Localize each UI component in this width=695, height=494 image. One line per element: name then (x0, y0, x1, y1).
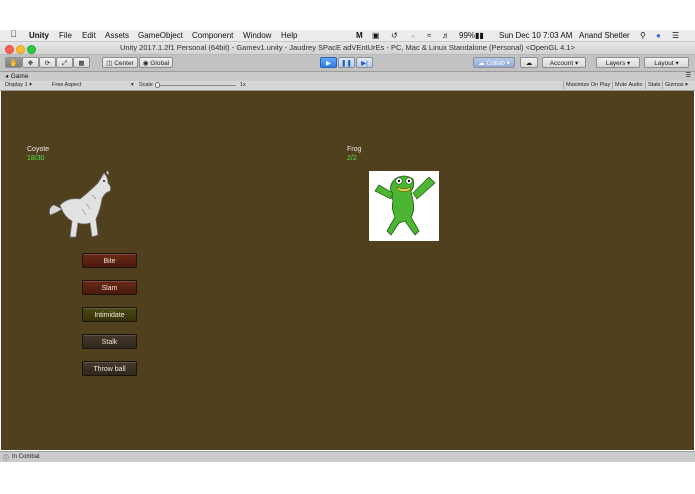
space-global-button[interactable]: ◉ Global (139, 57, 173, 68)
space-label: Global (150, 60, 170, 67)
bite-button[interactable]: Bite (82, 253, 137, 268)
airplay-icon[interactable]: ▣ (372, 31, 380, 40)
player-name: Coyote (27, 146, 50, 153)
scale-value: 1x (240, 82, 246, 88)
coyote-sprite (49, 169, 112, 238)
player-hp: 18/30 (27, 155, 45, 162)
play-button[interactable]: ▶ (320, 57, 337, 68)
hand-tool-icon[interactable]: ✋ (5, 57, 22, 68)
scale-tool-icon[interactable]: ⤢ (56, 57, 73, 68)
rotate-tool-icon[interactable]: ⟳ (39, 57, 56, 68)
throw-ball-button[interactable]: Throw ball (82, 361, 137, 376)
malwarebytes-icon[interactable]: M (356, 31, 363, 40)
layout-dropdown[interactable]: Layout ▾ (644, 57, 689, 68)
aspect-dropdown-arrow-icon[interactable]: ▾ (131, 82, 134, 88)
step-icon: ▶| (361, 60, 368, 67)
unity-toolbar: ✋ ✥ ⟳ ⤢ ▦ ◫ Center ◉ Global ▶ ❚❚ ▶| ☁ Co… (0, 55, 695, 72)
display-dropdown[interactable]: Display 1 ▾ (5, 82, 32, 88)
pause-icon: ❚❚ (341, 60, 352, 67)
account-label: Account (549, 60, 574, 67)
menu-gameobject[interactable]: GameObject (138, 31, 183, 40)
scale-slider-handle[interactable] (155, 82, 160, 88)
spotlight-search-icon[interactable]: ⚲ (640, 31, 646, 40)
game-view: Coyote 18/30 Frog 2/2 Bite Slam Intimida… (1, 91, 694, 450)
tab-menu-icon[interactable]: ☰ (686, 72, 691, 79)
enemy-name: Frog (347, 146, 362, 153)
bluetooth-icon[interactable]: ⁎ (411, 31, 415, 40)
gizmos-dropdown[interactable]: Gizmos ▾ (662, 81, 690, 89)
slam-button[interactable]: Slam (82, 280, 137, 295)
window-title: Unity 2017.1.2f1 Personal (64bit) - Game… (120, 43, 575, 52)
pivot-center-button[interactable]: ◫ Center (102, 57, 138, 68)
menu-assets[interactable]: Assets (105, 31, 129, 40)
menu-edit[interactable]: Edit (82, 31, 96, 40)
siri-icon[interactable]: ● (656, 31, 661, 40)
menu-window[interactable]: Window (243, 31, 271, 40)
play-icon: ▶ (326, 60, 331, 67)
step-button[interactable]: ▶| (356, 57, 373, 68)
time-machine-icon[interactable]: ↺ (391, 31, 398, 40)
intimidate-button[interactable]: Intimidate (82, 307, 137, 322)
collab-label: Collab (486, 60, 505, 67)
clock[interactable]: Sun Dec 10 7:03 AM (499, 31, 572, 40)
mute-audio-toggle[interactable]: Mute Audio (612, 81, 645, 89)
rect-tool-icon[interactable]: ▦ (73, 57, 90, 68)
pause-button[interactable]: ❚❚ (338, 57, 355, 68)
frog-sprite (369, 171, 439, 241)
macos-menu-bar:  Unity File Edit Assets GameObject Comp… (0, 30, 695, 42)
layers-dropdown[interactable]: Layers ▾ (596, 57, 640, 68)
maximize-on-play-toggle[interactable]: Maximize On Play (563, 81, 612, 89)
layers-label: Layers (605, 60, 626, 67)
menu-help[interactable]: Help (281, 31, 297, 40)
notification-center-icon[interactable]: ☰ (672, 31, 679, 40)
tab-game[interactable]: ◕ Game (5, 73, 28, 80)
game-tab-bar: ◕ Game ☰ (0, 72, 695, 81)
status-text: In Combat (12, 453, 40, 460)
wifi-icon[interactable]: ≈ (427, 31, 431, 40)
window-title-bar: Unity 2017.1.2f1 Personal (64bit) - Game… (0, 42, 695, 55)
menu-app-unity[interactable]: Unity (29, 31, 49, 40)
game-tab-label: Game (10, 73, 29, 80)
scale-label: Scale (139, 82, 153, 88)
game-view-options: Display 1 ▾ Free Aspect ▾ Scale 1x Maxim… (0, 81, 695, 91)
stats-toggle[interactable]: Stats (645, 81, 663, 89)
enemy-hp: 2/2 (347, 155, 357, 162)
status-bar: ⓘ In Combat (0, 451, 695, 462)
aspect-dropdown[interactable]: Free Aspect (52, 82, 81, 88)
layout-label: Layout (654, 60, 674, 67)
pivot-label: Center (114, 60, 134, 67)
battery-icon[interactable]: ▮▮ (475, 31, 484, 40)
menu-component[interactable]: Component (192, 31, 233, 40)
gizmos-label: Gizmos (665, 82, 684, 88)
user-name[interactable]: Anand Shetler (579, 31, 630, 40)
volume-icon[interactable]: ♬ (442, 31, 450, 40)
stalk-button[interactable]: Stalk (82, 334, 137, 349)
collab-dropdown[interactable]: ☁ Collab ▾ (473, 57, 515, 68)
display-label: Display 1 (5, 82, 28, 88)
account-dropdown[interactable]: Account ▾ (542, 57, 586, 68)
battery-percent: 99% (459, 31, 476, 40)
info-icon: ⓘ (3, 456, 10, 462)
move-tool-icon[interactable]: ✥ (22, 57, 39, 68)
aspect-label: Free Aspect (52, 82, 82, 88)
menu-file[interactable]: File (59, 31, 72, 40)
cloud-services-icon[interactable]: ☁ (520, 57, 538, 68)
apple-menu-icon[interactable]:  (10, 30, 17, 39)
scale-slider-track[interactable] (156, 85, 236, 86)
